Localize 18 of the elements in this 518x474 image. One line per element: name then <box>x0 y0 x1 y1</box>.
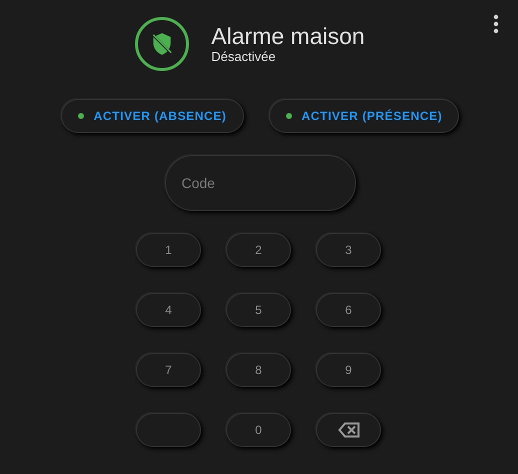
backspace-icon <box>338 422 360 438</box>
digit-key[interactable]: 0 <box>226 413 291 447</box>
digit-key[interactable]: 6 <box>316 293 381 327</box>
shield-off-icon <box>135 17 190 71</box>
digit-key[interactable]: 1 <box>136 233 201 267</box>
digit-key[interactable]: 7 <box>136 353 201 387</box>
arm-button[interactable]: ACTIVER (PRÉSENCE) <box>268 99 460 133</box>
code-field[interactable]: Code <box>164 155 356 211</box>
arm-button[interactable]: ACTIVER (ABSENCE) <box>60 99 244 133</box>
backspace-button[interactable] <box>316 413 381 447</box>
digit-key[interactable]: 4 <box>136 293 201 327</box>
digit-key[interactable]: 8 <box>226 353 291 387</box>
digit-key[interactable]: 9 <box>316 353 381 387</box>
digit-key[interactable]: 5 <box>226 293 291 327</box>
digit-key[interactable]: 2 <box>226 233 291 267</box>
alarm-title: Alarme maison <box>211 23 365 49</box>
alarm-state: Désactivée <box>211 49 277 65</box>
digit-key[interactable]: 3 <box>316 233 381 267</box>
